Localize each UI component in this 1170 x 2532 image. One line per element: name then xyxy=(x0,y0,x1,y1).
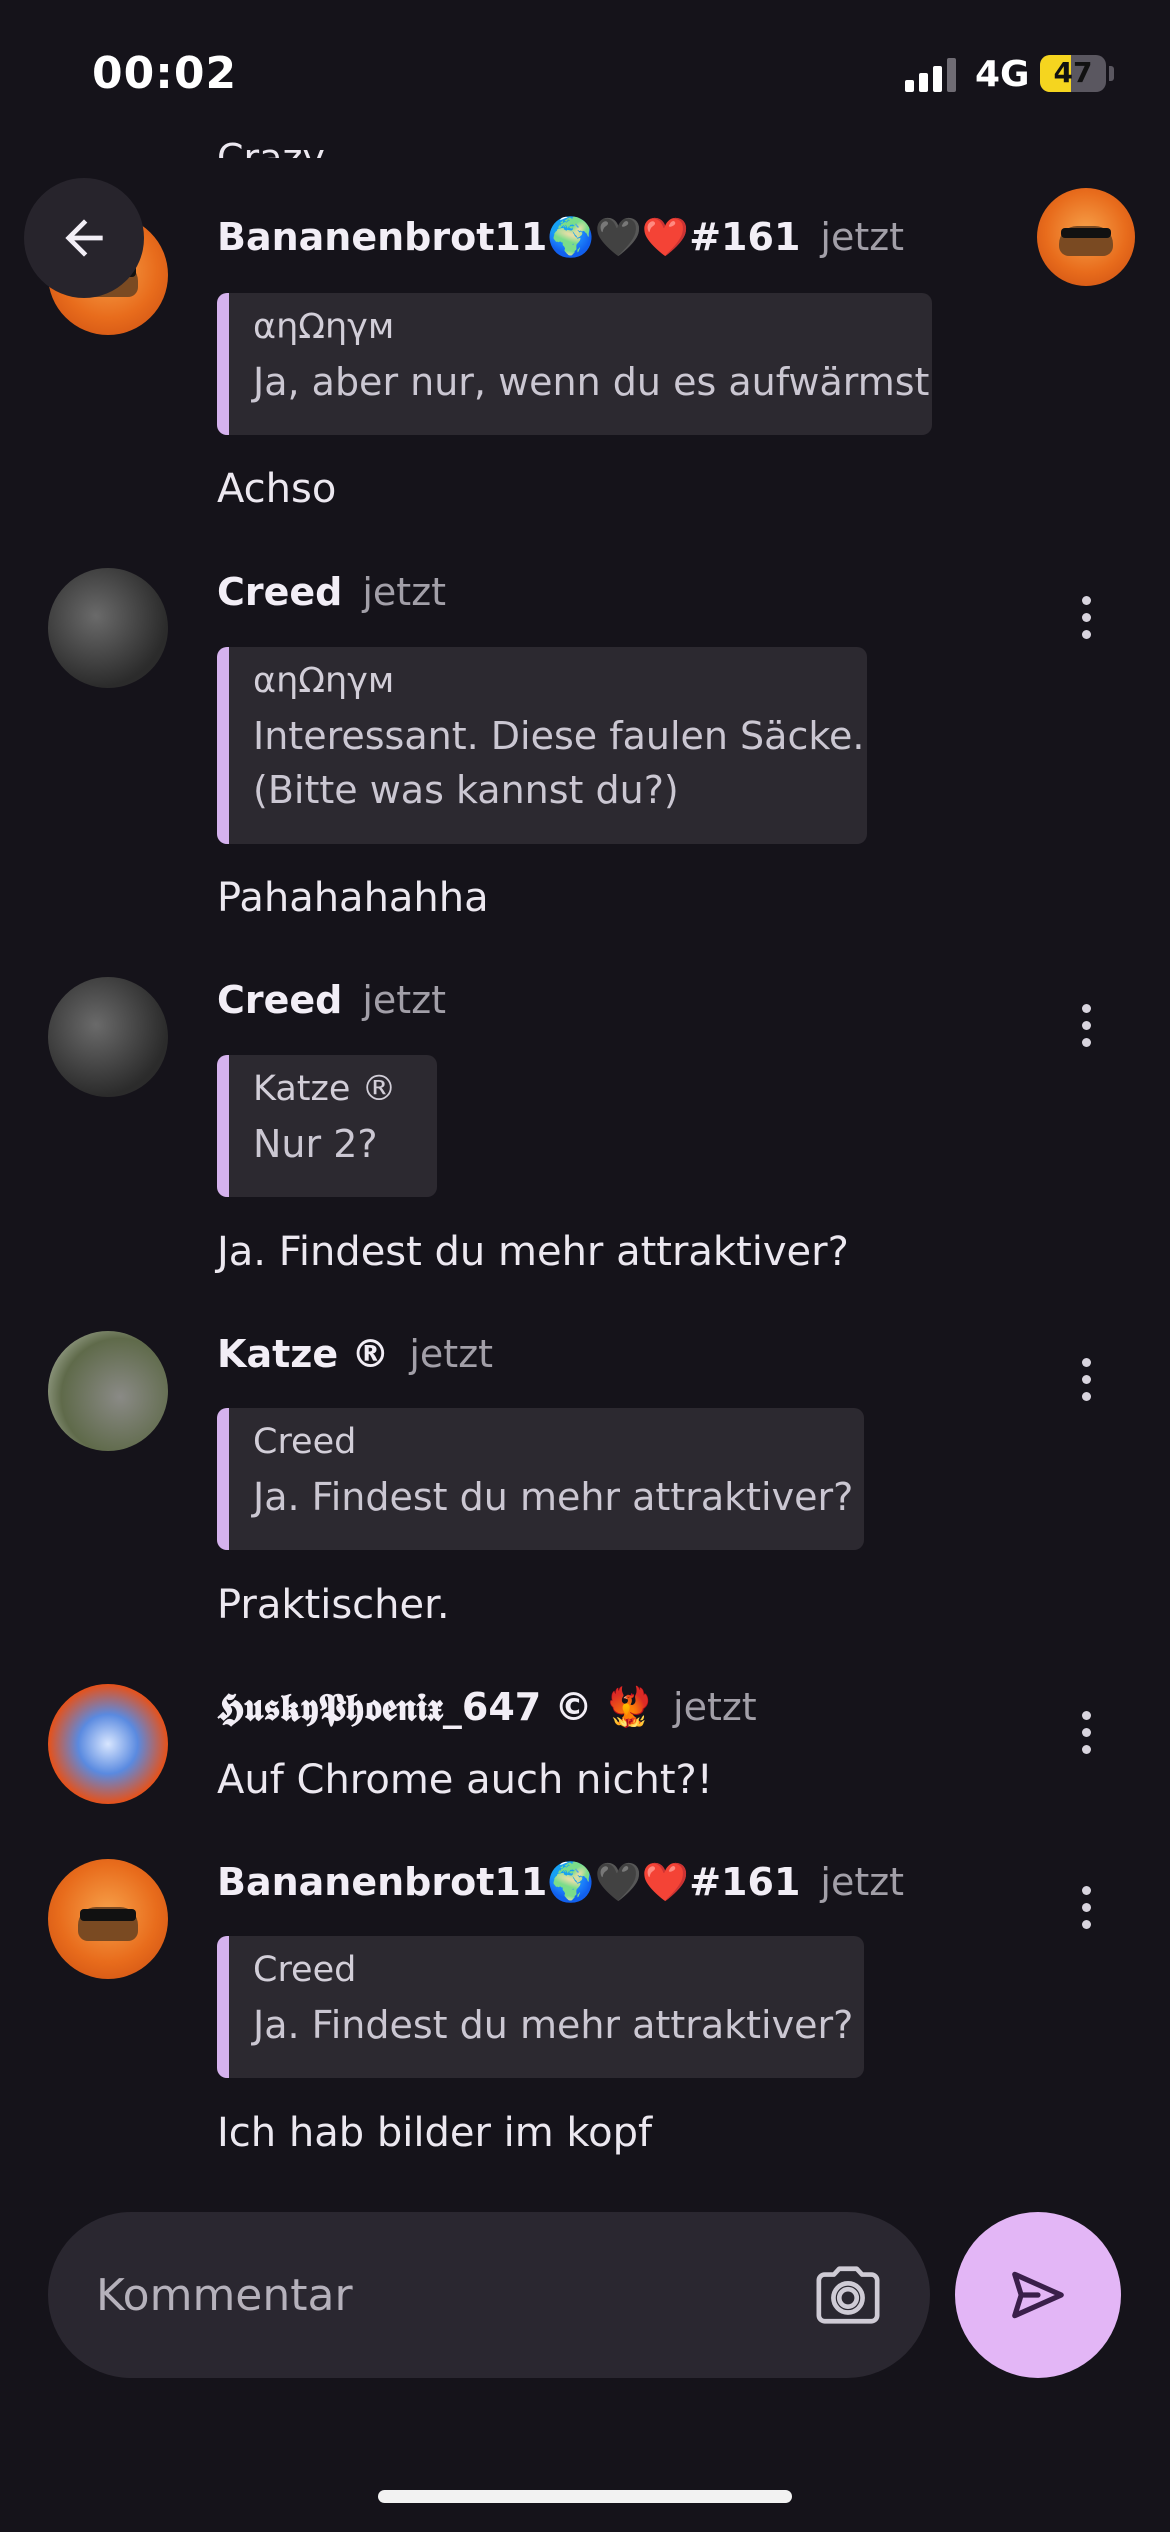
quoted-text-line-1: Interessant. Diese faulen Säcke. xyxy=(253,714,865,758)
comment-avatar[interactable] xyxy=(48,977,168,1097)
send-button[interactable] xyxy=(955,2212,1121,2378)
quoted-author: Katze ® xyxy=(253,1069,397,1109)
comment-author[interactable]: Creed xyxy=(217,570,342,614)
quoted-reply[interactable]: Creed Ja. Findest du mehr attraktiver? xyxy=(217,1936,864,2078)
comment-author[interactable]: Bananenbrot11🌍🖤❤️#161 xyxy=(217,1860,800,1904)
own-profile-avatar[interactable] xyxy=(1037,188,1135,286)
quoted-author: Creed xyxy=(253,1950,357,1990)
comment-text: Ich hab bilder im kopf xyxy=(217,2110,653,2156)
quoted-text: Ja. Findest du mehr attraktiver? xyxy=(253,1475,854,1519)
comment-time: jetzt xyxy=(362,978,447,1022)
quoted-author: αηΩηγм xyxy=(253,307,395,347)
send-icon xyxy=(1012,2271,1064,2319)
comment-header: 𝕳𝖚𝖘𝖐𝖞𝕻𝖍𝖔𝖊𝖓𝖎𝖝_647 © 🐦‍🔥 jetzt xyxy=(217,1685,757,1730)
battery-level: 47 xyxy=(1053,56,1093,89)
comment-header: Creed jetzt xyxy=(217,978,446,1022)
comment-text: Achso xyxy=(217,466,337,512)
more-vertical-icon[interactable] xyxy=(1071,996,1101,1056)
comment-text: Pahahahahha xyxy=(217,875,489,921)
quoted-author: αηΩηγм xyxy=(253,661,395,701)
network-type: 4G xyxy=(975,54,1030,95)
comment-composer xyxy=(48,2212,930,2378)
comment-input[interactable] xyxy=(96,2260,796,2330)
quoted-text-line-2: (Bitte was kannst du?) xyxy=(253,768,679,812)
comment-author[interactable]: Bananenbrot11🌍🖤❤️#161 xyxy=(217,215,800,259)
comment-text: Praktischer. xyxy=(217,1582,450,1628)
comment-header: Bananenbrot11🌍🖤❤️#161 jetzt xyxy=(217,215,904,260)
more-vertical-icon[interactable] xyxy=(1071,1350,1101,1410)
comment-time: jetzt xyxy=(409,1332,494,1376)
comment-author[interactable]: Katze ® xyxy=(217,1332,389,1376)
comment-text: Auf Chrome auch nicht?! xyxy=(217,1757,713,1803)
quoted-text: Ja. Findest du mehr attraktiver? xyxy=(253,2003,854,2047)
quoted-reply[interactable]: αηΩηγм Interessant. Diese faulen Säcke. … xyxy=(217,647,867,844)
comment-text: Ja. Findest du mehr attraktiver? xyxy=(217,1229,849,1275)
comment-time: jetzt xyxy=(673,1685,757,1729)
clipped-message: Crazy xyxy=(217,136,325,158)
more-vertical-icon[interactable] xyxy=(1071,588,1101,648)
quoted-text: Nur 2? xyxy=(253,1122,378,1166)
battery-icon: 47 xyxy=(1040,55,1106,92)
quoted-reply[interactable]: Katze ® Nur 2? xyxy=(217,1055,437,1197)
comment-author[interactable]: Creed xyxy=(217,978,342,1022)
quoted-reply[interactable]: αηΩηγм Ja, aber nur, wenn du es aufwärms… xyxy=(217,293,932,435)
comment-avatar[interactable] xyxy=(48,1331,168,1451)
comment-avatar[interactable] xyxy=(48,1684,168,1804)
home-indicator xyxy=(378,2490,792,2503)
back-button[interactable] xyxy=(24,178,144,298)
comment-author[interactable]: 𝕳𝖚𝖘𝖐𝖞𝕻𝖍𝖔𝖊𝖓𝖎𝖝_647 © 🐦‍🔥 xyxy=(217,1685,653,1729)
comment-header: Bananenbrot11🌍🖤❤️#161 jetzt xyxy=(217,1860,904,1905)
comment-time: jetzt xyxy=(820,1860,905,1904)
battery-cap xyxy=(1109,66,1114,81)
camera-icon[interactable] xyxy=(813,2260,883,2330)
quoted-author: Creed xyxy=(253,1422,357,1462)
comment-avatar[interactable] xyxy=(48,1859,168,1979)
more-vertical-icon[interactable] xyxy=(1071,1878,1101,1938)
comment-avatar[interactable] xyxy=(48,568,168,688)
quoted-reply[interactable]: Creed Ja. Findest du mehr attraktiver? xyxy=(217,1408,864,1550)
comment-header: Katze ® jetzt xyxy=(217,1332,493,1376)
more-vertical-icon[interactable] xyxy=(1071,1703,1101,1763)
comment-time: jetzt xyxy=(362,570,447,614)
comment-time: jetzt xyxy=(820,215,905,259)
comment-header: Creed jetzt xyxy=(217,570,446,614)
quoted-text: Ja, aber nur, wenn du es aufwärmst xyxy=(253,360,930,404)
status-time: 00:02 xyxy=(92,48,238,99)
signal-icon xyxy=(905,58,957,92)
status-bar: 00:02 4G 47 xyxy=(0,0,1170,150)
arrow-left-icon xyxy=(65,219,103,257)
